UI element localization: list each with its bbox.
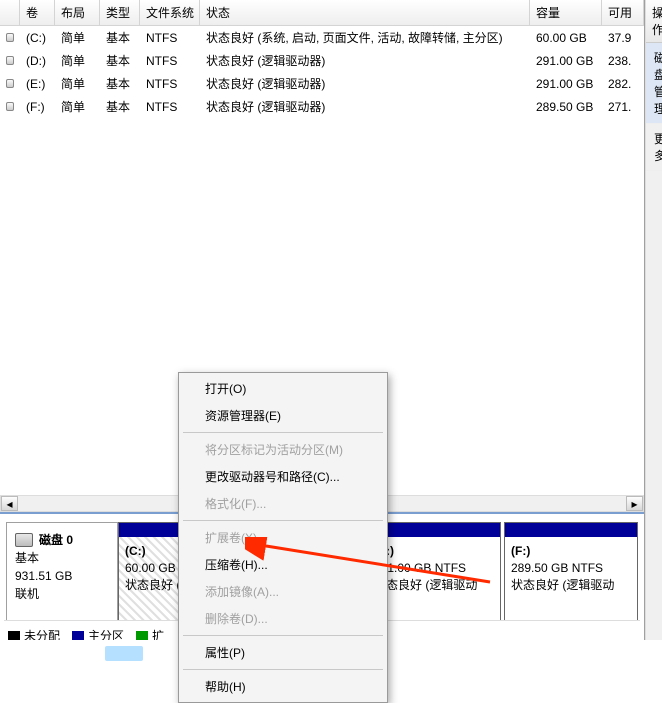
partition-box[interactable]: (F:) 289.50 GB NTFS 状态良好 (逻辑驱动 xyxy=(504,522,638,632)
cell-fs: NTFS xyxy=(140,75,200,93)
col-capacity[interactable]: 容量 xyxy=(530,0,602,25)
scroll-right-button[interactable]: ▸ xyxy=(626,496,643,511)
action-disk-management[interactable]: 磁盘管理 xyxy=(646,43,662,124)
cell-type: 基本 xyxy=(100,27,140,48)
context-menu-item[interactable]: 更改驱动器号和路径(C)... xyxy=(181,463,385,490)
partition-size: 289.50 GB NTFS xyxy=(511,561,603,575)
cell-capacity: 291.00 GB xyxy=(530,52,602,70)
context-menu-item: 添加镜像(A)... xyxy=(181,578,385,605)
volume-icon xyxy=(6,33,14,42)
disk-state: 联机 xyxy=(15,585,109,603)
cell-free: 282. xyxy=(602,75,644,93)
partition-status: 状态良好 (逻辑驱动 xyxy=(511,578,614,592)
volume-icon xyxy=(6,56,14,65)
cell-status: 状态良好 (逻辑驱动器) xyxy=(200,96,530,117)
disk-icon xyxy=(15,533,33,547)
context-menu-item[interactable]: 压缩卷(H)... xyxy=(181,551,385,578)
disk-title: 磁盘 0 xyxy=(39,531,73,549)
col-fs[interactable]: 文件系统 xyxy=(140,0,200,25)
disk-label-box[interactable]: 磁盘 0 基本 931.51 GB 联机 xyxy=(6,522,118,632)
context-menu-item: 扩展卷(X)... xyxy=(181,524,385,551)
cell-layout: 简单 xyxy=(55,50,100,71)
context-menu-item[interactable]: 属性(P) xyxy=(181,639,385,666)
cell-free: 238. xyxy=(602,52,644,70)
table-row[interactable]: (D:)简单基本NTFS状态良好 (逻辑驱动器)291.00 GB238. xyxy=(0,49,644,72)
disk-kind: 基本 xyxy=(15,549,109,567)
cell-capacity: 60.00 GB xyxy=(530,29,602,47)
cell-volume: (F:) xyxy=(20,98,55,116)
partition-name: (C:) xyxy=(125,544,146,558)
partition-name: (F:) xyxy=(511,544,530,558)
context-menu-item: 格式化(F)... xyxy=(181,490,385,517)
cell-status: 状态良好 (系统, 启动, 页面文件, 活动, 故障转储, 主分区) xyxy=(200,27,530,48)
disk-size: 931.51 GB xyxy=(15,567,109,585)
actions-header: 操作 xyxy=(646,0,662,43)
context-menu-item: 将分区标记为活动分区(M) xyxy=(181,436,385,463)
cell-capacity: 291.00 GB xyxy=(530,75,602,93)
table-row[interactable]: (F:)简单基本NTFS状态良好 (逻辑驱动器)289.50 GB271. xyxy=(0,95,644,118)
context-menu: 打开(O)资源管理器(E) 将分区标记为活动分区(M)更改驱动器号和路径(C)..… xyxy=(178,372,388,703)
col-free[interactable]: 可用 xyxy=(602,0,644,25)
cell-capacity: 289.50 GB xyxy=(530,98,602,116)
cell-type: 基本 xyxy=(100,73,140,94)
cell-status: 状态良好 (逻辑驱动器) xyxy=(200,50,530,71)
cell-status: 状态良好 (逻辑驱动器) xyxy=(200,73,530,94)
cell-free: 271. xyxy=(602,98,644,116)
scroll-left-button[interactable]: ◂ xyxy=(1,496,18,511)
cell-layout: 简单 xyxy=(55,73,100,94)
partition-status: 状态良好 (逻辑驱动 xyxy=(374,578,477,592)
action-more[interactable]: 更多 xyxy=(646,124,662,171)
col-status[interactable]: 状态 xyxy=(200,0,530,25)
cell-layout: 简单 xyxy=(55,96,100,117)
context-menu-item[interactable]: 资源管理器(E) xyxy=(181,402,385,429)
cell-type: 基本 xyxy=(100,96,140,117)
cell-volume: (D:) xyxy=(20,52,55,70)
cell-free: 37.9 xyxy=(602,29,644,47)
context-menu-item: 删除卷(D)... xyxy=(181,605,385,632)
context-menu-item[interactable]: 帮助(H) xyxy=(181,673,385,700)
cell-fs: NTFS xyxy=(140,98,200,116)
cell-layout: 简单 xyxy=(55,27,100,48)
cell-type: 基本 xyxy=(100,50,140,71)
cell-volume: (E:) xyxy=(20,75,55,93)
cell-fs: NTFS xyxy=(140,52,200,70)
volume-table-header: 卷 布局 类型 文件系统 状态 容量 可用 xyxy=(0,0,644,26)
cell-fs: NTFS xyxy=(140,29,200,47)
volume-icon xyxy=(6,102,14,111)
context-menu-item[interactable]: 打开(O) xyxy=(181,375,385,402)
col-layout[interactable]: 布局 xyxy=(55,0,100,25)
table-row[interactable]: (C:)简单基本NTFS状态良好 (系统, 启动, 页面文件, 活动, 故障转储… xyxy=(0,26,644,49)
col-type[interactable]: 类型 xyxy=(100,0,140,25)
col-volume[interactable]: 卷 xyxy=(20,0,55,25)
taskbar-chip xyxy=(105,646,143,661)
table-row[interactable]: (E:)简单基本NTFS状态良好 (逻辑驱动器)291.00 GB282. xyxy=(0,72,644,95)
volume-icon xyxy=(6,79,14,88)
cell-volume: (C:) xyxy=(20,29,55,47)
